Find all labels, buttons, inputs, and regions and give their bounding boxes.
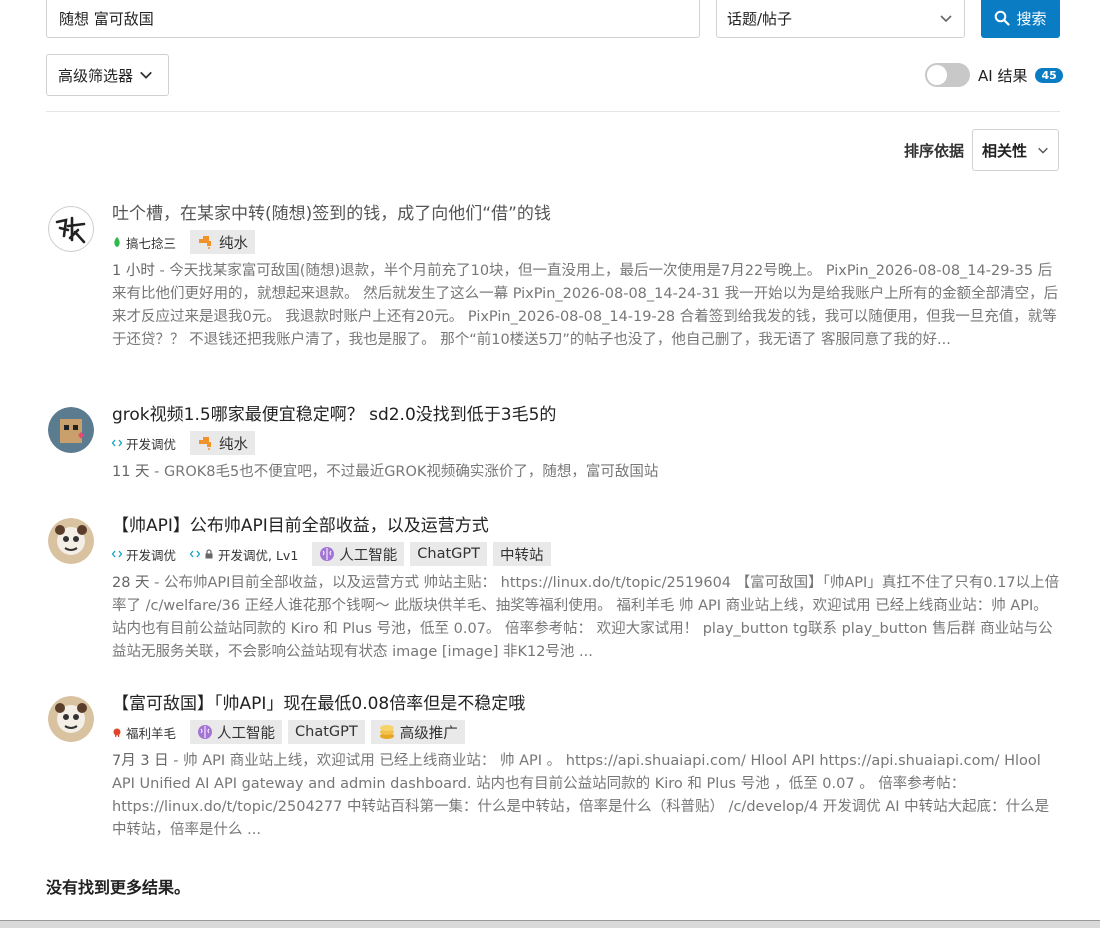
coins-icon: [379, 725, 394, 739]
result-excerpt-text: 今天找某家富可敌国(随想)退款，半个月前充了10块，但一直没用上，最后一次使用是…: [112, 263, 1059, 348]
chevron-down-icon: [940, 15, 952, 23]
result-excerpt: 11 天 - GROK8毛5也不便宜吧，不过最近GROK视频确实涨价了，随想，富…: [112, 464, 659, 480]
sheep-icon: [113, 728, 121, 737]
tag-label: 高级推广: [399, 725, 458, 742]
result-date: 7月 3 日: [112, 753, 169, 769]
category-name: 开发调优: [126, 547, 177, 563]
advanced-filter-button[interactable]: 高级筛选器: [46, 54, 169, 96]
result-title[interactable]: 吐个槽，在某家中转(随想)签到的钱，成了向他们“借”的钱: [112, 202, 551, 226]
sort-label: 排序依据: [903, 141, 964, 160]
result-body: grok视频1.5哪家最便宜稳定啊？ sd2.0没找到低于3毛5的 开发调优 纯…: [112, 403, 1060, 484]
toggle-knob: [927, 65, 947, 85]
tag-promo[interactable]: 高级推广: [370, 720, 465, 744]
sort-select[interactable]: 相关性: [972, 129, 1059, 171]
tag-water[interactable]: 纯水: [190, 431, 256, 455]
ai-results-toggle-group: AI 结果 45: [925, 62, 1063, 88]
code-icon: [112, 439, 122, 447]
tag-label: 人工智能: [217, 725, 276, 742]
chevron-down-icon: [140, 71, 152, 79]
result-date: 11 天: [112, 464, 150, 480]
tag-water[interactable]: 纯水: [190, 230, 256, 254]
result-excerpt: 7月 3 日 - 帅 API 商业站上线，欢迎试用 已经上线商业站： 帅 API…: [112, 753, 1050, 838]
brain-icon: [320, 547, 335, 561]
lock-icon: [205, 549, 213, 559]
sort-value: 相关性: [982, 141, 1028, 160]
result-title[interactable]: 【富可敌国】「帅API」现在最低0.08倍率但是不稳定哦: [112, 692, 525, 716]
chevron-down-icon: [1038, 147, 1048, 154]
tag-label: ChatGPT: [417, 546, 481, 562]
search-type-value: 话题/帖子: [727, 9, 793, 28]
category-link[interactable]: 搞七捻三: [112, 233, 176, 252]
result-excerpt: 1 小时 - 今天找某家富可敌国(随想)退款，半个月前充了10块，但一直没用上，…: [112, 263, 1059, 348]
ai-results-label: AI 结果: [978, 66, 1028, 85]
category-link[interactable]: 开发调优: [112, 434, 176, 453]
no-more-results: 没有找到更多结果。: [46, 878, 191, 897]
tag-label: 纯水: [219, 235, 249, 252]
result-excerpt: 28 天 - 公布帅API目前全部收益，以及运营方式 帅站主贴： https:/…: [112, 575, 1060, 660]
subcategory-link[interactable]: 开发调优, Lv1: [190, 545, 298, 564]
search-button[interactable]: 搜索: [981, 0, 1060, 38]
category-name: 开发调优: [126, 436, 177, 452]
subcategory-name: 开发调优, Lv1: [218, 547, 299, 563]
result-excerpt-text: GROK8毛5也不便宜吧，不过最近GROK视频确实涨价了，随想，富可敌国站: [164, 464, 659, 480]
tag-ai[interactable]: 人工智能: [190, 720, 283, 744]
divider: [46, 111, 1060, 112]
tag-label: 人工智能: [339, 547, 398, 564]
tag-chatgpt[interactable]: ChatGPT: [410, 542, 488, 566]
ai-results-toggle[interactable]: [925, 63, 970, 87]
result-body: 【富可敌国】「帅API」现在最低0.08倍率但是不稳定哦 福利羊毛 人工智能 C…: [112, 692, 1060, 842]
search-row: 话题/帖子 搜索: [46, 0, 1060, 38]
ai-results-count-badge: 45: [1035, 67, 1063, 83]
category-name: 搞七捻三: [126, 235, 177, 251]
avatar[interactable]: [48, 696, 94, 742]
category-name: 福利羊毛: [126, 725, 177, 741]
result-title[interactable]: grok视频1.5哪家最便宜稳定啊？ sd2.0没找到低于3毛5的: [112, 403, 556, 427]
tag-relay[interactable]: 中转站: [493, 542, 551, 566]
search-icon: [995, 10, 1011, 26]
advanced-filter-label: 高级筛选器: [58, 66, 134, 85]
tag-label: ChatGPT: [295, 724, 358, 740]
result-meta: 开发调优 开发调优, Lv1 人工智能 ChatGPT 中转站: [112, 542, 1060, 566]
brain-icon: [198, 725, 213, 739]
result-meta: 开发调优 纯水: [112, 431, 1060, 455]
avatar[interactable]: [48, 407, 94, 453]
result-meta: 搞七捻三 纯水: [112, 230, 1060, 254]
category-link[interactable]: 开发调优: [112, 545, 176, 564]
result-body: 吐个槽，在某家中转(随想)签到的钱，成了向他们“借”的钱 搞七捻三 纯水 1 小…: [112, 202, 1060, 352]
result-date: 28 天: [112, 575, 150, 591]
code-icon: [190, 550, 201, 558]
tag-label: 中转站: [500, 547, 544, 564]
search-type-select[interactable]: 话题/帖子: [716, 0, 965, 38]
window-bottom-edge: [0, 920, 1100, 928]
search-button-label: 搜索: [1016, 9, 1047, 28]
result-excerpt-text: 公布帅API目前全部收益，以及运营方式 帅站主贴： https://linux.…: [112, 575, 1060, 660]
avatar[interactable]: [48, 518, 94, 564]
leaf-icon: [114, 237, 120, 247]
result-body: 【帅API】公布帅API目前全部收益，以及运营方式 开发调优 开发调优, Lv1…: [112, 514, 1060, 664]
result-excerpt-text: 帅 API 商业站上线，欢迎试用 已经上线商业站： 帅 API 。 https:…: [112, 753, 1050, 838]
code-icon: [112, 550, 122, 558]
faucet-icon: [199, 437, 212, 450]
tag-chatgpt[interactable]: ChatGPT: [288, 720, 365, 744]
result-title[interactable]: 【帅API】公布帅API目前全部收益，以及运营方式: [112, 514, 489, 538]
sort-group: 排序依据 相关性: [904, 129, 1059, 171]
tag-label: 纯水: [219, 436, 249, 453]
category-link[interactable]: 福利羊毛: [112, 723, 176, 742]
result-meta: 福利羊毛 人工智能 ChatGPT 高级推广: [112, 720, 1060, 744]
result-date: 1 小时: [112, 263, 155, 279]
faucet-icon: [199, 236, 212, 249]
avatar[interactable]: [48, 206, 94, 252]
tag-ai[interactable]: 人工智能: [312, 542, 405, 566]
search-input[interactable]: [46, 0, 700, 38]
